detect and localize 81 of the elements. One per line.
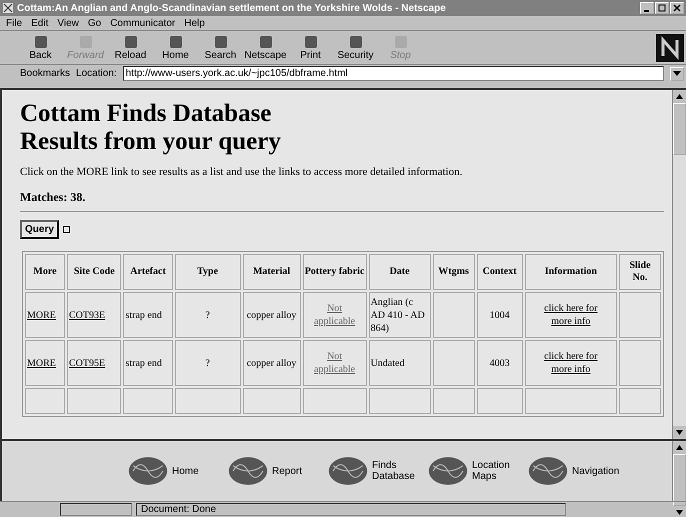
table-cell: 1004 xyxy=(476,292,523,338)
knotwork-icon[interactable] xyxy=(426,455,470,487)
toolbar-icon xyxy=(260,36,272,48)
table-cell: copper alloy xyxy=(242,292,301,338)
caret-icon xyxy=(673,70,681,76)
scroll-thumb[interactable] xyxy=(673,454,686,506)
column-header: Artefact xyxy=(123,254,173,290)
query-button[interactable]: Query xyxy=(20,220,59,239)
toolbar-button[interactable]: Print xyxy=(288,34,333,61)
table-cell xyxy=(619,340,661,386)
matches-count: Matches: 38. xyxy=(20,190,86,205)
knotwork-icon[interactable] xyxy=(126,455,170,487)
maximize-button[interactable] xyxy=(655,2,669,14)
table-cell xyxy=(619,292,661,338)
square-icon xyxy=(62,226,70,233)
site-code-link[interactable]: COT93E xyxy=(68,308,106,322)
column-header: Site Code xyxy=(66,254,122,290)
table-cell: Anglian (c AD 410 - AD 864) xyxy=(368,292,431,338)
knotwork-icon[interactable] xyxy=(326,455,370,487)
column-header: Material xyxy=(242,254,301,290)
site-code-link[interactable]: COT95E xyxy=(68,356,106,370)
menu-item[interactable]: View xyxy=(57,18,79,28)
intro-text: Click on the MORE link to see results as a list and use the links to access more detailed information. xyxy=(20,166,464,178)
menu-item[interactable]: Edit xyxy=(31,18,48,28)
scroll-up-icon[interactable] xyxy=(673,90,686,103)
nav-link[interactable]: Navigation xyxy=(572,466,620,476)
nav-link[interactable]: Finds Database xyxy=(372,460,420,482)
table-cell: Undated xyxy=(368,340,431,386)
table-cell xyxy=(432,292,475,338)
toolbar-button[interactable]: Reload xyxy=(108,34,153,61)
page-heading: Cottam Finds Database Results from your query xyxy=(20,100,282,156)
column-header: Context xyxy=(476,254,523,290)
column-header: Wtgms xyxy=(432,254,475,290)
toolbar-icon xyxy=(170,36,182,48)
column-header: Type xyxy=(174,254,241,290)
column-header: More xyxy=(25,254,65,290)
table-cell: ? xyxy=(174,292,241,338)
window-title: Cottam:An Anglian and Anglo-Scandinavian settlement on the Yorkshire Wolds - Netscape xyxy=(17,2,447,14)
table-cell xyxy=(432,340,475,386)
bookmarks-button[interactable]: Bookmarks xyxy=(20,68,70,79)
toolbar-icon xyxy=(350,36,362,48)
scroll-down-icon[interactable] xyxy=(673,426,686,439)
close-button[interactable] xyxy=(670,2,684,14)
status-text: Document: Done xyxy=(136,503,566,516)
close-icon xyxy=(673,4,681,12)
menu-item[interactable]: Communicator xyxy=(110,18,176,28)
menu-item[interactable]: Help xyxy=(184,18,205,28)
nav-link[interactable]: Location Maps xyxy=(472,460,520,482)
minimize-button[interactable] xyxy=(640,2,654,14)
table-cell: copper alloy xyxy=(242,340,301,386)
toolbar-button[interactable]: Home xyxy=(153,34,198,61)
table-cell: strap end xyxy=(123,340,173,386)
dropdown-button[interactable] xyxy=(670,66,684,80)
table-cell: 4003 xyxy=(476,340,523,386)
scroll-up-icon[interactable] xyxy=(673,441,686,454)
maximize-icon xyxy=(658,4,666,12)
knotwork-icon[interactable] xyxy=(526,455,570,487)
column-header: Information xyxy=(524,254,617,290)
scroll-thumb[interactable] xyxy=(673,103,686,155)
toolbar-icon xyxy=(124,36,136,48)
nav-link[interactable]: Home xyxy=(172,466,220,476)
scrollbar[interactable] xyxy=(672,90,686,439)
app-icon xyxy=(2,2,14,14)
column-header: Slide No. xyxy=(619,254,661,290)
column-header: Pottery fabric xyxy=(302,254,367,290)
toolbar-icon xyxy=(34,36,46,48)
nav-link[interactable]: Report xyxy=(272,466,320,476)
column-header: Date xyxy=(368,254,431,290)
location-field[interactable]: http://www-users.york.ac.uk/~jpc105/dbframe.html xyxy=(122,66,664,81)
toolbar-icon xyxy=(214,36,226,48)
menu-item[interactable]: File xyxy=(6,18,22,28)
knotwork-icon[interactable] xyxy=(226,455,270,487)
menu-item[interactable]: Go xyxy=(88,18,102,28)
toolbar-button[interactable]: Security xyxy=(333,34,378,61)
table-cell: ? xyxy=(174,340,241,386)
toolbar-button[interactable]: Search xyxy=(198,34,243,61)
toolbar-button[interactable]: Netscape xyxy=(243,34,288,61)
toolbar-button[interactable]: Back xyxy=(18,34,63,61)
toolbar-icon xyxy=(304,36,316,48)
table-cell: strap end xyxy=(123,292,173,338)
location-label: Location: xyxy=(76,68,117,79)
